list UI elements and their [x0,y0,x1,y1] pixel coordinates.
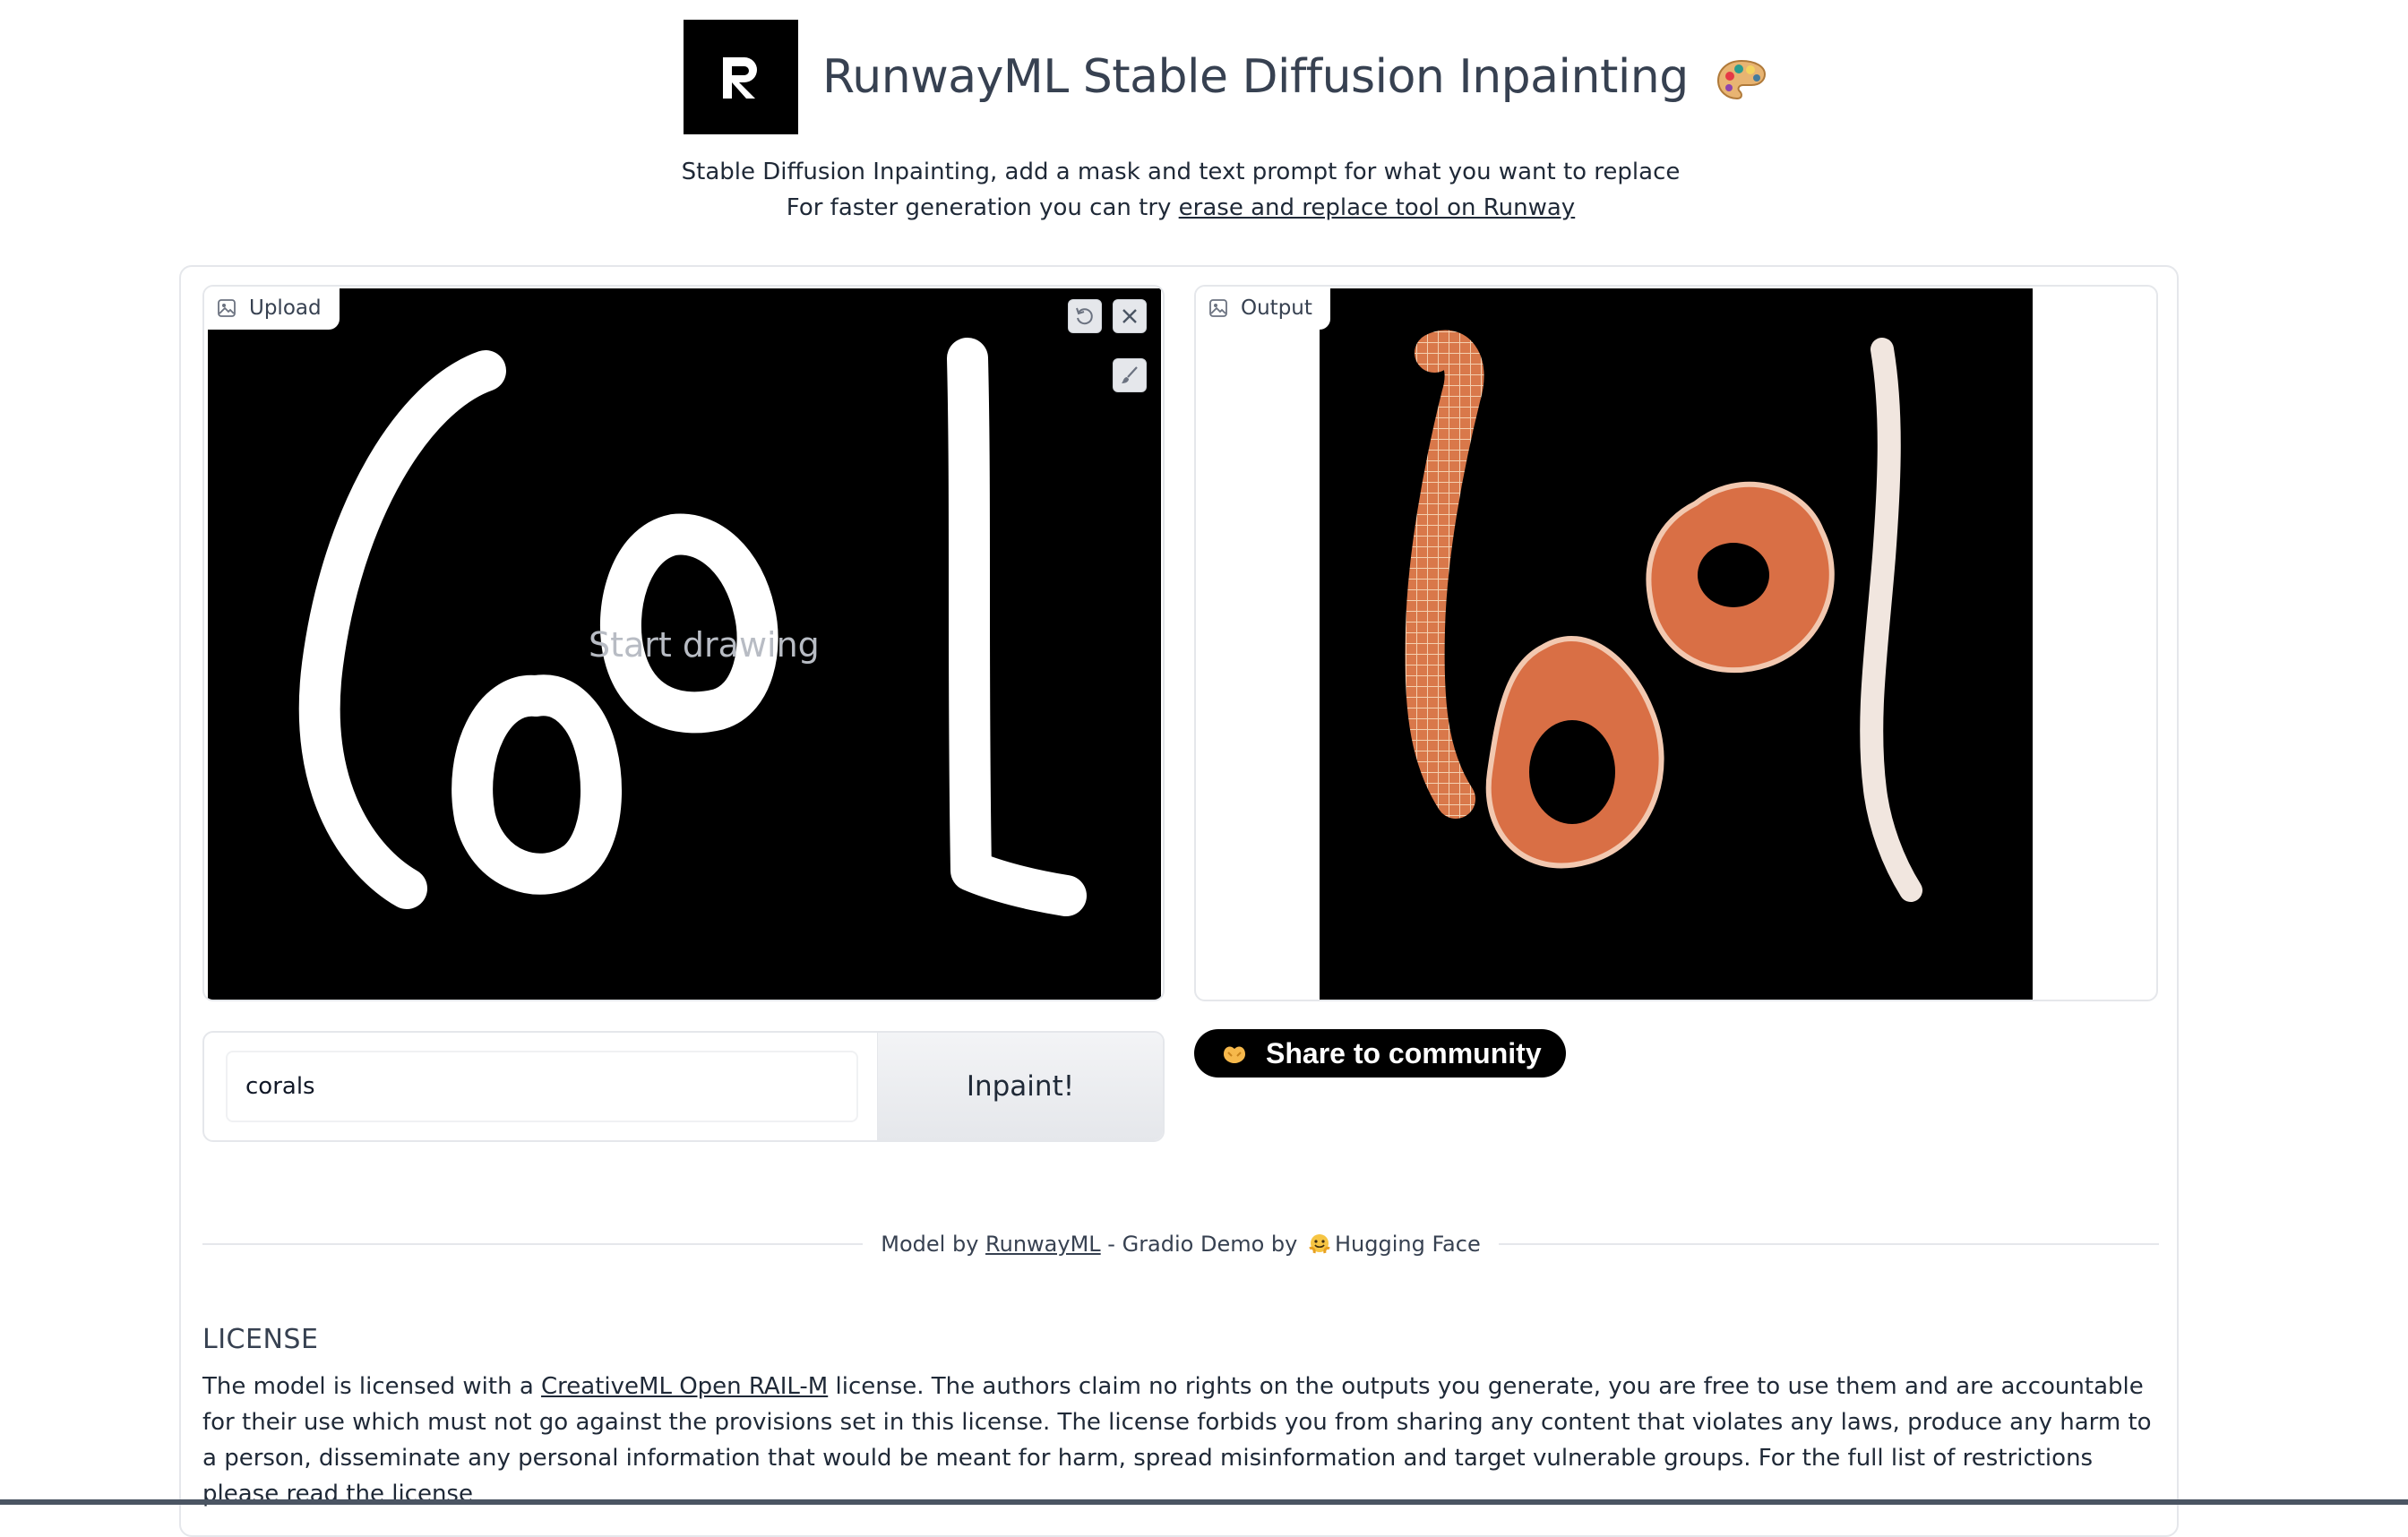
subtitle-line-1: Stable Diffusion Inpainting, add a mask … [681,159,1681,185]
subtitle: Stable Diffusion Inpainting, add a mask … [0,154,2361,226]
output-image [1320,288,2033,1000]
output-label: Output [1196,287,1330,330]
share-label: Share to community [1266,1036,1542,1069]
license-text: The model is licensed with a CreativeML … [202,1369,2155,1512]
subtitle-line-2: For faster generation you can try erase … [0,190,2361,226]
brush-button[interactable] [1113,358,1147,392]
runwayml-link[interactable]: RunwayML [985,1232,1101,1257]
upload-label: Upload [204,287,340,330]
upload-image-box[interactable]: Upload Start drawing [202,285,1165,1001]
runway-logo-icon [684,20,798,134]
undo-icon [1076,307,1093,325]
palette-icon [1716,59,1766,100]
license-heading: LICENSE [202,1324,319,1355]
hugging-face-icon [1308,1231,1331,1265]
footer-middle: - Gradio Demo by [1100,1232,1304,1257]
subtitle-line-2-text: For faster generation you can try [786,194,1179,221]
inpaint-button[interactable]: Inpaint! [877,1033,1163,1140]
bottom-bar [0,1499,2408,1505]
page-title-text: RunwayML Stable Diffusion Inpainting [822,50,1689,104]
image-icon [1208,298,1228,318]
upload-label-text: Upload [249,296,322,320]
hugging-hands-icon [1221,1042,1248,1065]
output-image-box: Output [1194,285,2158,1001]
creativeml-license-link[interactable]: CreativeML Open RAIL-M [541,1373,828,1400]
footer-credits: Model by RunwayML - Gradio Demo by Huggi… [0,1227,2361,1265]
prompt-row: corals Inpaint! [202,1031,1165,1142]
image-icon [217,298,236,318]
footer-prefix: Model by [881,1232,986,1257]
footer-suffix: Hugging Face [1334,1232,1481,1257]
undo-button[interactable] [1068,299,1102,333]
start-drawing-hint: Start drawing [589,625,820,665]
share-to-community-button[interactable]: Share to community [1194,1029,1566,1078]
output-label-text: Output [1241,296,1312,320]
header: RunwayML Stable Diffusion Inpainting [684,20,1767,134]
close-icon [1122,309,1137,323]
coral-image [1405,330,1922,902]
prompt-input[interactable]: corals [226,1051,858,1122]
license-text-before: The model is licensed with a [202,1373,542,1400]
clear-button[interactable] [1113,299,1147,333]
brush-icon [1122,366,1138,383]
drawing-canvas[interactable]: Start drawing [208,288,1161,1000]
footer-credits-inner: Model by RunwayML - Gradio Demo by Huggi… [863,1232,1499,1257]
runway-erase-link[interactable]: erase and replace tool on Runway [1179,194,1576,221]
page-title: RunwayML Stable Diffusion Inpainting [822,50,1767,104]
